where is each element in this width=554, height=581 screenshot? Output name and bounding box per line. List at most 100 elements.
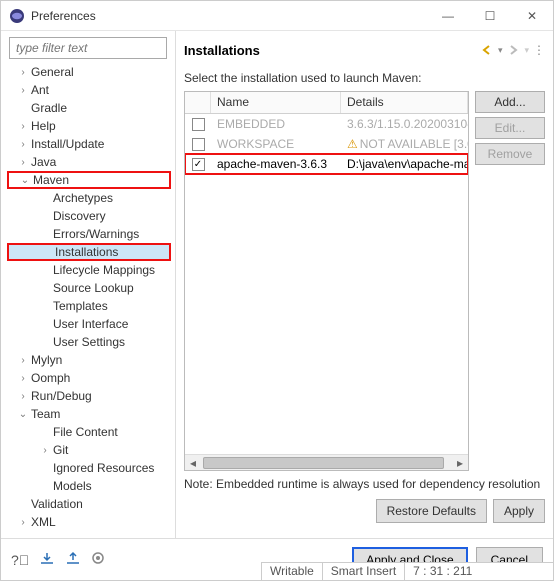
tree-item-label: Lifecycle Mappings: [53, 263, 155, 277]
titlebar: Preferences — ☐ ✕: [1, 1, 553, 31]
scroll-left-icon[interactable]: ◂: [185, 455, 201, 470]
horizontal-scrollbar[interactable]: ◂ ▸: [185, 454, 468, 470]
chevron-right-icon[interactable]: ›: [17, 138, 29, 150]
tree-item-java[interactable]: ›Java: [7, 153, 171, 171]
add-button[interactable]: Add...: [475, 91, 545, 113]
tree-item-label: Models: [53, 479, 92, 493]
tree-item-label: Maven: [33, 173, 69, 187]
tree-item-label: Team: [31, 407, 60, 421]
import-icon[interactable]: [39, 551, 55, 568]
export-icon[interactable]: [65, 551, 81, 568]
chevron-right-icon[interactable]: ›: [17, 84, 29, 96]
tree-item-label: Ignored Resources: [53, 461, 154, 475]
tree-item-label: Installations: [55, 245, 118, 259]
page-nav-toolbar: ▾ ▾ ⋮: [480, 43, 545, 57]
cell-details: D:\java\env\apache-maven-3.6.3 3.6.3: [341, 157, 468, 171]
window-title: Preferences: [31, 9, 427, 23]
tree-item-ignored-resources[interactable]: Ignored Resources: [7, 459, 171, 477]
tree-item-maven[interactable]: ⌄Maven: [7, 171, 171, 189]
tree-item-installations[interactable]: Installations: [7, 243, 171, 261]
table-body: EMBEDDED3.6.3/1.15.0.20200310-1832WORKSP…: [185, 114, 468, 454]
close-button[interactable]: ✕: [511, 2, 553, 30]
tree-item-xml[interactable]: ›XML: [7, 513, 171, 531]
preferences-tree[interactable]: ›General›Ant Gradle›Help›Install/Update›…: [5, 63, 171, 532]
checkbox[interactable]: [192, 118, 205, 131]
status-writable: Writable: [261, 563, 322, 580]
tree-item-templates[interactable]: Templates: [7, 297, 171, 315]
tree-item-ant[interactable]: ›Ant: [7, 81, 171, 99]
record-icon[interactable]: [91, 551, 105, 568]
column-name[interactable]: Name: [211, 92, 341, 113]
tree-item-label: Discovery: [53, 209, 106, 223]
tree-item-source-lookup[interactable]: Source Lookup: [7, 279, 171, 297]
column-details[interactable]: Details: [341, 92, 468, 113]
remove-button[interactable]: Remove: [475, 143, 545, 165]
chevron-right-icon[interactable]: ›: [17, 156, 29, 168]
tree-item-install-update[interactable]: ›Install/Update: [7, 135, 171, 153]
edit-button[interactable]: Edit...: [475, 117, 545, 139]
tree-spacer: [17, 102, 29, 114]
tree-item-oomph[interactable]: ›Oomph: [7, 369, 171, 387]
tree-item-team[interactable]: ⌄Team: [7, 405, 171, 423]
menu-icon[interactable]: ⋮: [533, 43, 545, 57]
checkbox[interactable]: [192, 138, 205, 151]
tree-item-archetypes[interactable]: Archetypes: [7, 189, 171, 207]
restore-defaults-button[interactable]: Restore Defaults: [376, 499, 487, 523]
chevron-right-icon[interactable]: ›: [17, 120, 29, 132]
tree-item-lifecycle-mappings[interactable]: Lifecycle Mappings: [7, 261, 171, 279]
checkbox[interactable]: ✓: [192, 158, 205, 171]
chevron-right-icon[interactable]: ›: [17, 390, 29, 402]
tree-item-mylyn[interactable]: ›Mylyn: [7, 351, 171, 369]
chevron-right-icon[interactable]: ›: [17, 372, 29, 384]
apply-button[interactable]: Apply: [493, 499, 545, 523]
back-icon[interactable]: [480, 43, 494, 57]
minimize-button[interactable]: —: [427, 2, 469, 30]
scroll-thumb[interactable]: [203, 457, 444, 469]
table-row[interactable]: ✓apache-maven-3.6.3D:\java\env\apache-ma…: [185, 154, 468, 174]
cell-details-text: D:\java\env\apache-maven-3.6.3 3.6.3: [347, 157, 468, 171]
cell-details-text: NOT AVAILABLE [3.0,): [360, 137, 468, 151]
tree-item-label: Templates: [53, 299, 108, 313]
tree-item-file-content[interactable]: File Content: [7, 423, 171, 441]
chevron-right-icon[interactable]: ›: [17, 66, 29, 78]
warning-icon: ⚠: [347, 137, 358, 151]
content-pane: Installations ▾ ▾ ⋮ Select the installat…: [176, 31, 553, 538]
back-dropdown-icon[interactable]: ▾: [498, 45, 503, 56]
scroll-right-icon[interactable]: ▸: [452, 455, 468, 470]
chevron-right-icon[interactable]: ›: [17, 354, 29, 366]
tree-item-user-interface[interactable]: User Interface: [7, 315, 171, 333]
tree-item-models[interactable]: Models: [7, 477, 171, 495]
tree-item-validation[interactable]: Validation: [7, 495, 171, 513]
table-header: Name Details: [185, 92, 468, 114]
table-row[interactable]: WORKSPACE⚠NOT AVAILABLE [3.0,): [185, 134, 468, 154]
tree-item-errors-warnings[interactable]: Errors/Warnings: [7, 225, 171, 243]
tree-item-label: Archetypes: [53, 191, 113, 205]
eclipse-icon: [9, 8, 25, 24]
tree-item-general[interactable]: ›General: [7, 63, 171, 81]
forward-dropdown-icon[interactable]: ▾: [524, 45, 529, 56]
tree-item-run-debug[interactable]: ›Run/Debug: [7, 387, 171, 405]
tree-item-gradle[interactable]: Gradle: [7, 99, 171, 117]
tree-spacer: [17, 498, 29, 510]
help-icon[interactable]: ?⃝: [11, 552, 29, 568]
tree-item-label: Java: [31, 155, 56, 169]
chevron-right-icon[interactable]: ›: [17, 516, 29, 528]
table-row[interactable]: EMBEDDED3.6.3/1.15.0.20200310-1832: [185, 114, 468, 134]
filter-input[interactable]: [9, 37, 167, 59]
status-insert: Smart Insert: [322, 563, 404, 580]
tree-item-git[interactable]: ›Git: [7, 441, 171, 459]
chevron-down-icon[interactable]: ⌄: [17, 408, 29, 420]
tree-item-discovery[interactable]: Discovery: [7, 207, 171, 225]
cell-details-text: 3.6.3/1.15.0.20200310-1832: [347, 117, 468, 131]
cell-details: 3.6.3/1.15.0.20200310-1832: [341, 117, 468, 131]
tree-item-help[interactable]: ›Help: [7, 117, 171, 135]
table-buttons: Add... Edit... Remove: [475, 91, 545, 471]
chevron-right-icon[interactable]: ›: [39, 444, 51, 456]
installations-table[interactable]: Name Details EMBEDDED3.6.3/1.15.0.202003…: [184, 91, 469, 471]
forward-icon[interactable]: [506, 43, 520, 57]
tree-item-user-settings[interactable]: User Settings: [7, 333, 171, 351]
maximize-button[interactable]: ☐: [469, 2, 511, 30]
instruction-text: Select the installation used to launch M…: [184, 71, 545, 85]
column-check[interactable]: [185, 92, 211, 113]
chevron-down-icon[interactable]: ⌄: [19, 174, 31, 186]
